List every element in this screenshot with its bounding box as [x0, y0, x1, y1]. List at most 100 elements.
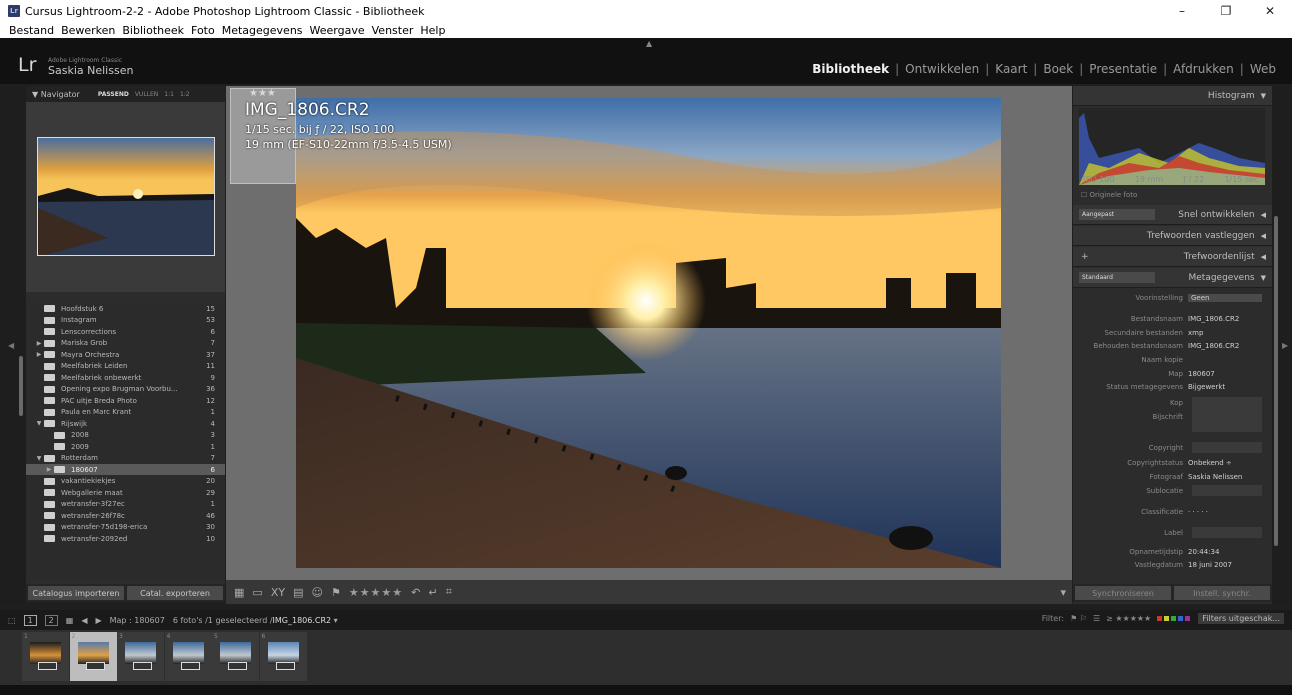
close-button[interactable]: ✕	[1248, 0, 1292, 22]
zoom-1-2[interactable]: 1:2	[180, 91, 190, 98]
filmstrip-thumbnail[interactable]: 4	[164, 632, 212, 681]
flag-icon[interactable]: ⚑	[331, 586, 341, 599]
menu-help[interactable]: Help	[420, 24, 445, 37]
preset-select[interactable]: Geen	[1188, 293, 1262, 302]
quick-develop-header[interactable]: Aangepast Snel ontwikkelen ◀	[1073, 205, 1272, 225]
color-filter[interactable]	[1157, 614, 1192, 623]
rotate-right-icon[interactable]: ↵	[428, 586, 437, 599]
grid-icon[interactable]: ▦	[66, 616, 74, 625]
keyword-list-header[interactable]: + Trefwoordenlijst ◀	[1073, 247, 1272, 267]
filmstrip-thumbnail[interactable]: 6	[259, 632, 307, 681]
crop-overlay-icon[interactable]: ⌗	[446, 585, 452, 599]
folder-expand-icon[interactable]: ▶	[34, 351, 44, 358]
toolbar-menu-icon[interactable]: ▾	[1060, 586, 1066, 599]
survey-view-icon[interactable]: ▤	[293, 586, 303, 599]
menu-foto[interactable]: Foto	[191, 24, 215, 37]
rotate-left-icon[interactable]: ↶	[411, 586, 420, 599]
original-photo-checkbox[interactable]: ☐ Originele foto	[1081, 191, 1137, 199]
loupe-view-icon[interactable]: ▭	[252, 586, 262, 599]
folder-row[interactable]: Paula en Marc Krant 1	[26, 407, 225, 418]
rating-filter[interactable]: ≥ ★★★★★	[1106, 614, 1151, 623]
flag-filter-icon[interactable]: ⚑ ⚐	[1070, 614, 1087, 623]
secondary-display-icon[interactable]: ⬚	[8, 616, 16, 625]
filmstrip-thumbnail[interactable]: 1	[22, 632, 69, 681]
folder-expand-icon[interactable]: ▼	[34, 420, 44, 427]
meta-value[interactable]: 180607	[1188, 370, 1272, 378]
copyrightstatus-select[interactable]: Onbekend ÷	[1188, 459, 1272, 467]
filmstrip-thumbnail[interactable]: 3	[117, 632, 164, 681]
menu-bestand[interactable]: Bestand	[9, 24, 54, 37]
folder-row[interactable]: ▶ Mayra Orchestra 37	[26, 349, 225, 360]
folder-expand-icon[interactable]: ▶	[34, 340, 44, 347]
module-web[interactable]: Web	[1244, 62, 1282, 76]
folder-expand-icon[interactable]: ▶	[44, 466, 54, 473]
compare-view-icon[interactable]: XY	[271, 586, 285, 599]
folder-row[interactable]: Lenscorrections 6	[26, 326, 225, 337]
histogram-header[interactable]: Histogram ▼	[1073, 86, 1272, 106]
menu-weergave[interactable]: Weergave	[310, 24, 365, 37]
menu-bewerken[interactable]: Bewerken	[61, 24, 115, 37]
metadata-header[interactable]: Standaard Metagegevens ▼	[1073, 268, 1272, 288]
folder-row[interactable]: wetransfer-75d198-erica 30	[26, 522, 225, 533]
folder-row[interactable]: Instagram 53	[26, 315, 225, 326]
maximize-button[interactable]: ❐	[1204, 0, 1248, 22]
synchronize-button[interactable]: Synchroniseren	[1075, 586, 1171, 600]
folder-row[interactable]: 2009 1	[26, 441, 225, 452]
folder-row[interactable]: vakantiekiekjes 20	[26, 476, 225, 487]
zoom-passend[interactable]: PASSEND	[98, 91, 129, 98]
classificatie-stars[interactable]: · · · · ·	[1188, 508, 1272, 516]
meta-value[interactable]: xmp	[1188, 329, 1272, 337]
meta-value[interactable]: Bijgewerkt	[1188, 383, 1272, 391]
bijschrift-field[interactable]	[1192, 401, 1262, 432]
navigator-thumbnail[interactable]	[37, 137, 215, 256]
label-field[interactable]	[1192, 527, 1262, 538]
back-arrow-icon[interactable]: ◀	[81, 616, 87, 625]
rating-stars[interactable]: ★★★★★	[349, 586, 403, 599]
folder-row[interactable]: Opening expo Brugman Voorbu... 36	[26, 384, 225, 395]
folder-expand-icon[interactable]: ▼	[34, 455, 44, 462]
selection-info[interactable]: 6 foto's /1 geselecteerd /IMG_1806.CR2 ▾	[173, 616, 338, 625]
collapse-top-panel-icon[interactable]: ▲	[646, 39, 652, 48]
folder-row[interactable]: wetransfer-2092ed 10	[26, 533, 225, 544]
people-view-icon[interactable]: ☺	[311, 586, 322, 599]
left-scrollbar[interactable]	[19, 356, 23, 416]
source-label[interactable]: Map : 180607	[110, 616, 165, 625]
folder-row[interactable]: Meelfabriek Leiden 11	[26, 361, 225, 372]
right-scrollbar[interactable]	[1274, 216, 1278, 546]
folder-row[interactable]: ▶ Mariska Grob 7	[26, 338, 225, 349]
collapse-left-panel-icon[interactable]: ◀	[8, 341, 14, 350]
filmstrip-thumbnail[interactable]: 2	[69, 632, 117, 681]
folder-row[interactable]: ▶ 180607 6	[26, 464, 225, 475]
quick-develop-preset[interactable]: Aangepast	[1079, 209, 1155, 220]
filmstrip-thumbnail[interactable]: 5	[212, 632, 259, 681]
page-2-button[interactable]: 2	[44, 614, 58, 626]
export-catalog-button[interactable]: Catal. exporteren	[127, 586, 223, 600]
menu-metagegevens[interactable]: Metagegevens	[222, 24, 303, 37]
folder-row[interactable]: wetransfer-26f78c 46	[26, 510, 225, 521]
meta-value[interactable]: IMG_1806.CR2	[1188, 315, 1272, 323]
add-keyword-button[interactable]: +	[1081, 252, 1089, 262]
fotograaf-field[interactable]: Saskia Nelissen	[1188, 473, 1272, 481]
minimize-button[interactable]: –	[1160, 0, 1204, 22]
copyright-field[interactable]	[1192, 442, 1262, 453]
forward-arrow-icon[interactable]: ▶	[95, 616, 101, 625]
module-boek[interactable]: Boek	[1037, 62, 1079, 76]
main-photo[interactable]	[296, 98, 1001, 568]
filters-off-select[interactable]: Filters uitgeschak...	[1198, 613, 1284, 624]
sync-settings-button[interactable]: Instell. synchr.	[1174, 586, 1270, 600]
folder-row[interactable]: ▼ Rijswijk 4	[26, 418, 225, 429]
module-bibliotheek[interactable]: Bibliotheek	[806, 62, 895, 76]
grid-view-icon[interactable]: ▦	[234, 586, 244, 599]
edit-filter-icon[interactable]: ☰	[1093, 614, 1100, 623]
module-afdrukken[interactable]: Afdrukken	[1167, 62, 1240, 76]
page-1-button[interactable]: 1	[23, 614, 37, 626]
folder-row[interactable]: 2008 3	[26, 430, 225, 441]
zoom-vullen[interactable]: VULLEN	[135, 91, 158, 98]
folder-row[interactable]: wetransfer-3f27ec 1	[26, 499, 225, 510]
keywording-header[interactable]: Trefwoorden vastleggen ◀	[1073, 226, 1272, 246]
folder-row[interactable]: Hoofdstuk 6 15	[26, 303, 225, 314]
folder-row[interactable]: ▼ Rotterdam 7	[26, 453, 225, 464]
meta-value[interactable]: IMG_1806.CR2	[1188, 342, 1272, 350]
module-presentatie[interactable]: Presentatie	[1083, 62, 1163, 76]
zoom-1-1[interactable]: 1:1	[164, 91, 174, 98]
